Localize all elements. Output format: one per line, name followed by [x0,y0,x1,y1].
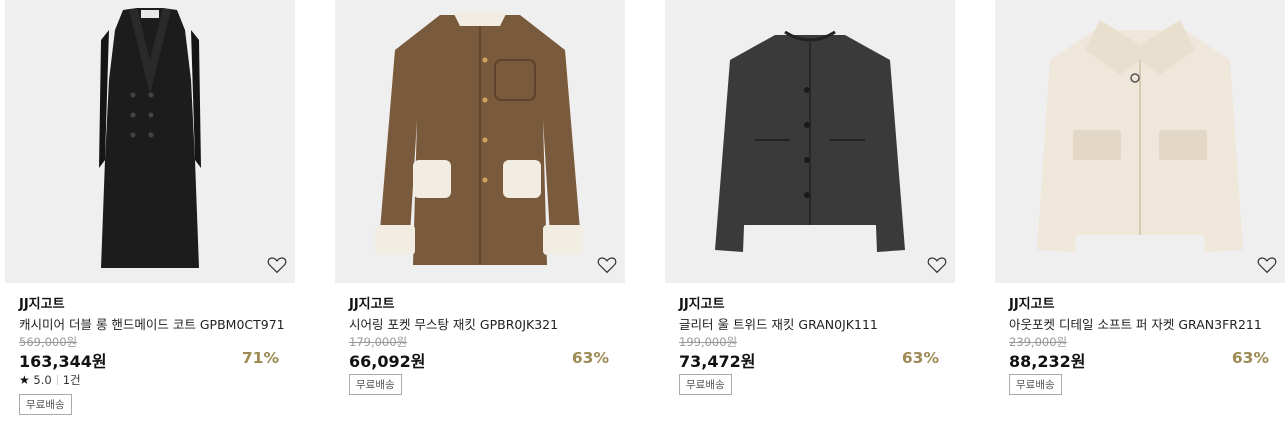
discount-rate: 63% [571,349,609,367]
sale-price: 73,472원 [679,352,756,371]
long-coat-image [99,8,201,268]
product-card[interactable]: JJ지고트 시어링 포켓 무스탕 재킷 GPBR0JK321 179,000원 … [335,0,625,442]
free-shipping-badge: 무료배송 [1009,374,1062,395]
discount-rate: 71% [241,349,279,367]
free-shipping-badge: 무료배송 [679,374,732,395]
product-name[interactable]: 시어링 포켓 무스탕 재킷 GPBR0JK321 [349,314,558,333]
discount-rate: 63% [901,349,939,367]
product-name[interactable]: 캐시미어 더블 롱 핸드메이드 코트 GPBM0CT971 [19,314,285,333]
product-card[interactable]: JJ지고트 아웃포켓 디테일 소프트 퍼 자켓 GRAN3FR211 239,0… [995,0,1285,442]
product-card[interactable]: JJ지고트 캐시미어 더블 롱 핸드메이드 코트 GPBM0CT971 569,… [5,0,295,442]
wishlist-heart-icon[interactable] [1257,256,1277,274]
brand-name[interactable]: JJ지고트 [349,293,395,312]
rating-summary: ★ 5.0 1건 [19,372,81,388]
free-shipping-badge: 무료배송 [349,374,402,395]
sale-price: 163,344원 [19,352,107,371]
product-name[interactable]: 아웃포켓 디테일 소프트 퍼 자켓 GRAN3FR211 [1009,314,1262,333]
wishlist-heart-icon[interactable] [597,256,617,274]
suede-jacket-image [375,12,583,265]
sale-price: 66,092원 [349,352,426,371]
brand-name[interactable]: JJ지고트 [1009,293,1055,312]
sale-price: 88,232원 [1009,352,1086,371]
product-image[interactable] [995,0,1285,283]
star-icon: ★ [19,373,30,387]
product-image[interactable] [335,0,625,283]
review-count: 1건 [62,373,81,387]
fur-jacket-image [1037,20,1243,252]
product-image[interactable] [5,0,295,283]
divider [56,375,58,385]
brand-name[interactable]: JJ지고트 [19,293,65,312]
brand-name[interactable]: JJ지고트 [679,293,725,312]
rating-value: 5.0 [33,373,52,387]
discount-rate: 63% [1231,349,1269,367]
free-shipping-badge: 무료배송 [19,394,72,415]
product-image[interactable] [665,0,955,283]
tweed-jacket-image [715,30,905,252]
product-name[interactable]: 글리터 울 트위드 재킷 GRAN0JK111 [679,314,878,333]
wishlist-heart-icon[interactable] [267,256,287,274]
wishlist-heart-icon[interactable] [927,256,947,274]
product-card[interactable]: JJ지고트 글리터 울 트위드 재킷 GRAN0JK111 199,000원 7… [665,0,955,442]
